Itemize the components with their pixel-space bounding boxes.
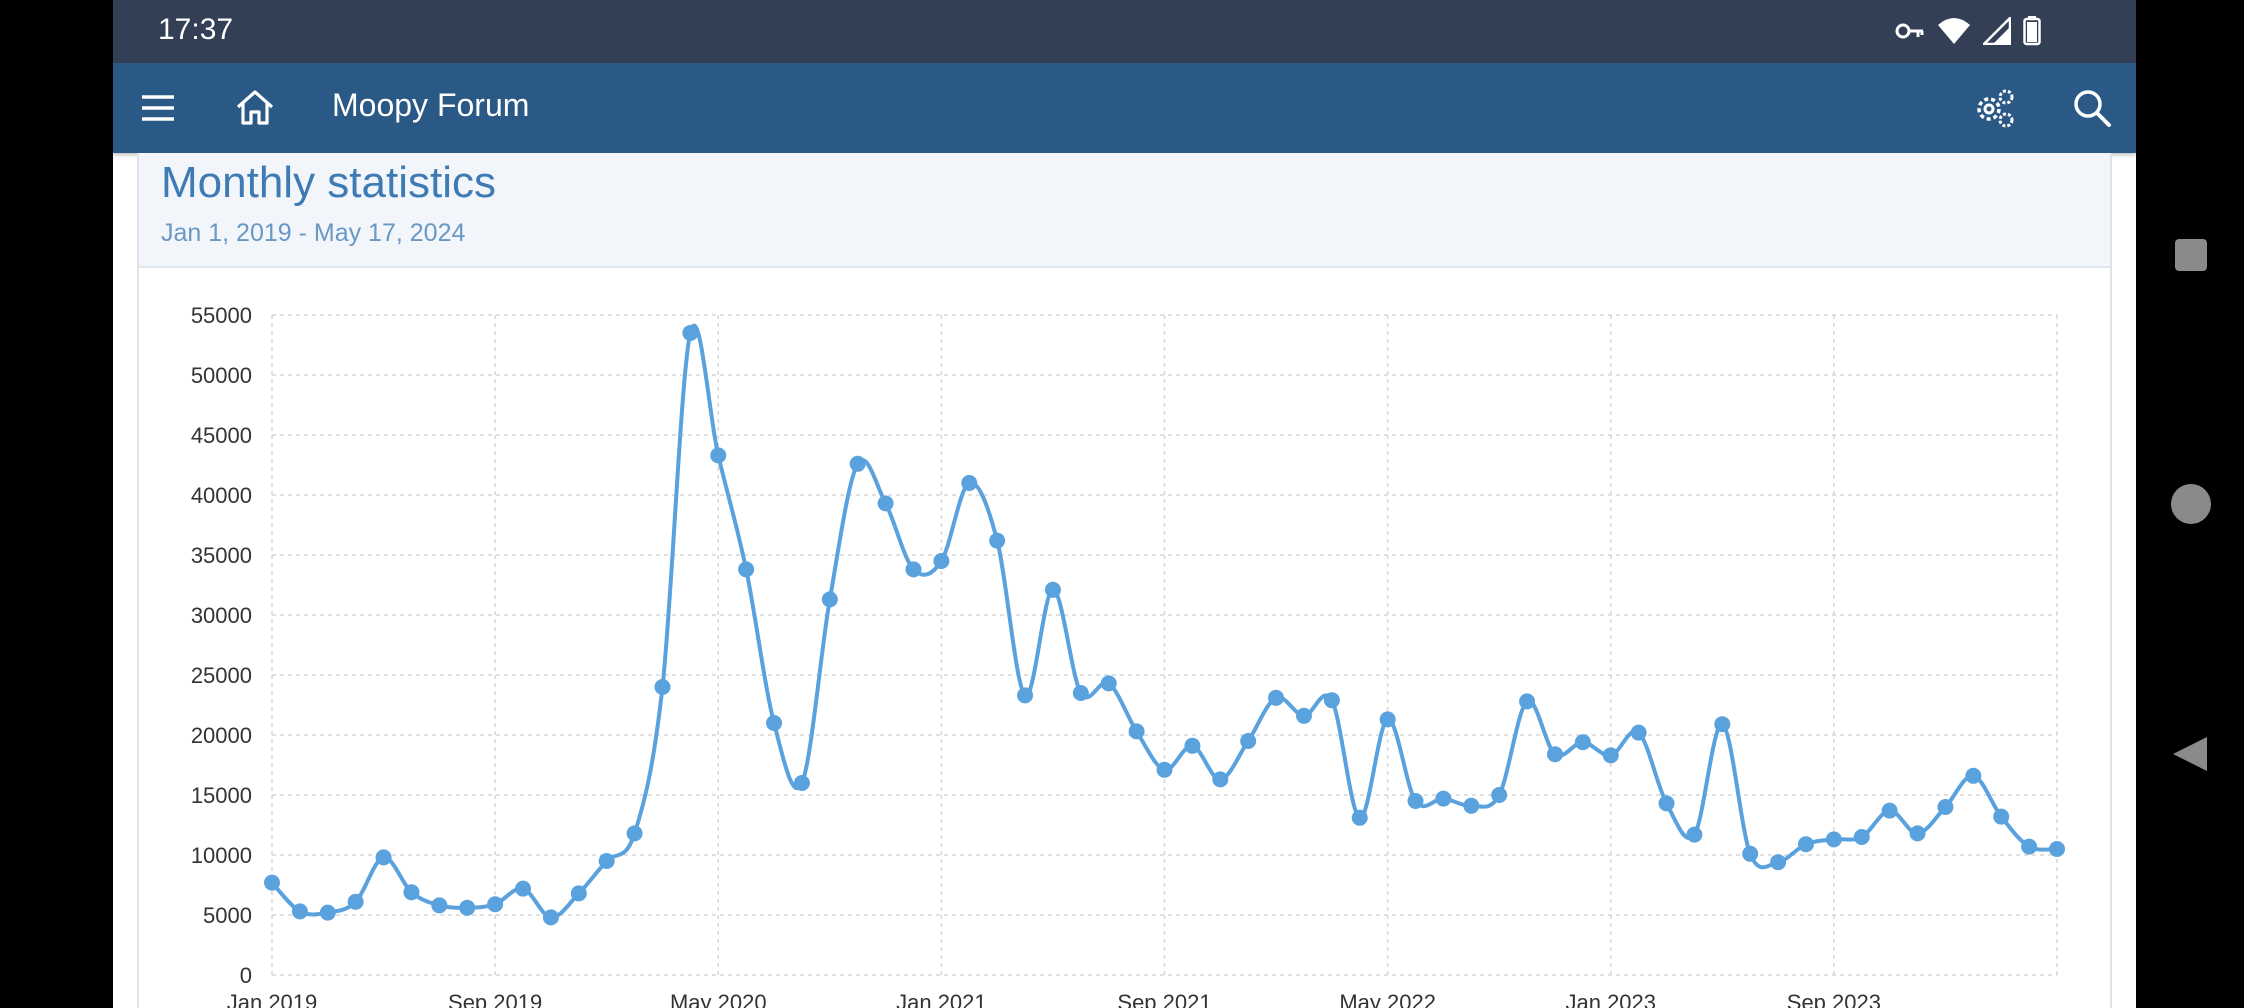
data-point: [1295, 707, 1312, 724]
system-nav-bar: [2136, 0, 2244, 1008]
data-point: [933, 553, 950, 569]
data-point: [1881, 802, 1898, 819]
data-point: [1602, 747, 1619, 764]
y-tick-label: 15000: [191, 783, 252, 808]
data-point: [487, 896, 504, 913]
home-circle-icon[interactable]: [2170, 483, 2212, 530]
data-point: [1770, 854, 1787, 871]
x-tick-label: Sep 2023: [1787, 990, 1881, 1008]
data-point: [793, 775, 810, 791]
data-point: [1519, 693, 1536, 710]
data-point: [766, 715, 783, 731]
data-point: [1184, 737, 1201, 754]
y-tick-label: 35000: [191, 543, 252, 568]
data-point: [375, 849, 392, 866]
recents-square-icon[interactable]: [2174, 238, 2208, 277]
data-point: [570, 885, 587, 902]
data-point: [1435, 790, 1452, 807]
data-point: [989, 532, 1006, 549]
x-tick-label: Jan 2023: [1565, 990, 1656, 1008]
y-tick-label: 20000: [191, 723, 252, 748]
x-tick-label: Sep 2019: [448, 990, 542, 1008]
y-tick-label: 50000: [191, 363, 252, 388]
data-point: [682, 325, 699, 341]
x-tick-label: Jan 2021: [896, 990, 987, 1008]
data-point: [1630, 724, 1647, 741]
x-tick-label: Sep 2021: [1117, 990, 1211, 1008]
data-point: [598, 853, 615, 869]
data-point: [403, 884, 420, 901]
data-point: [1909, 825, 1926, 842]
data-point: [710, 447, 727, 464]
data-point: [1491, 787, 1508, 803]
x-tick-label: May 2020: [670, 990, 767, 1008]
data-point: [291, 903, 308, 920]
app-screen: 17:37 Moopy Forum Monthly statistics Jan…: [113, 0, 2136, 1008]
data-point: [626, 825, 643, 842]
data-point: [877, 495, 894, 512]
y-tick-label: 25000: [191, 663, 252, 688]
data-point: [1546, 746, 1563, 763]
data-point: [1156, 761, 1173, 778]
data-point: [961, 475, 978, 491]
data-point: [515, 880, 532, 897]
data-point: [654, 679, 671, 695]
x-tick-label: May 2022: [1339, 990, 1436, 1008]
data-point: [2049, 841, 2065, 857]
data-point: [1937, 799, 1954, 815]
data-point: [821, 591, 838, 608]
data-point: [1017, 687, 1034, 704]
y-tick-label: 0: [240, 963, 252, 988]
data-point: [1240, 733, 1257, 749]
data-point: [1686, 826, 1703, 843]
data-point: [1714, 716, 1731, 733]
y-tick-label: 10000: [191, 843, 252, 868]
data-point: [905, 561, 922, 578]
data-point: [264, 874, 280, 891]
data-point: [1379, 711, 1396, 728]
data-point: [1993, 808, 2010, 825]
data-point: [2021, 838, 2038, 855]
y-tick-label: 45000: [191, 423, 252, 448]
data-point: [347, 893, 364, 910]
data-point: [1268, 689, 1285, 706]
y-tick-label: 55000: [191, 303, 252, 328]
data-point: [738, 561, 755, 578]
y-tick-label: 5000: [203, 903, 252, 928]
data-point: [1853, 829, 1870, 845]
data-point: [849, 455, 866, 472]
data-point: [542, 909, 559, 926]
x-tick-label: Jan 2019: [227, 990, 318, 1008]
data-point: [319, 904, 336, 921]
data-point: [1212, 771, 1229, 788]
data-point: [1100, 675, 1117, 692]
data-point: [1965, 767, 1982, 784]
data-point: [1825, 831, 1842, 848]
data-point: [1072, 685, 1089, 701]
data-point: [1574, 734, 1591, 751]
data-point: [1797, 836, 1814, 853]
y-tick-label: 30000: [191, 603, 252, 628]
back-triangle-icon[interactable]: [2172, 736, 2208, 777]
y-tick-label: 40000: [191, 483, 252, 508]
data-point: [1407, 793, 1424, 809]
monthly-statistics-chart: 0 5000 10000 15000 20000 25000 30000 35000 40000…: [191, 303, 2065, 1008]
data-point: [431, 897, 448, 914]
data-point: [1351, 809, 1368, 826]
data-point: [1044, 581, 1061, 598]
data-point: [1323, 692, 1340, 709]
data-point: [459, 899, 476, 916]
data-point: [1463, 797, 1480, 814]
data-point: [1658, 795, 1675, 812]
data-point: [1128, 723, 1145, 740]
data-point: [1742, 845, 1759, 862]
